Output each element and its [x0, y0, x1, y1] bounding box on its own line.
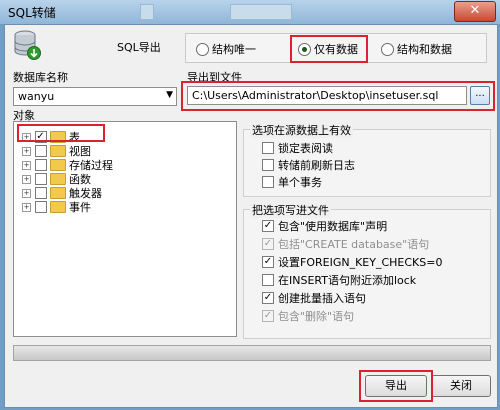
highlight-box-path: [181, 81, 495, 111]
folder-icon: [50, 173, 66, 185]
expand-icon[interactable]: +: [22, 160, 31, 170]
checkbox[interactable]: [34, 201, 47, 213]
progress-bar: [13, 345, 491, 361]
tree-item-views[interactable]: + 视图: [22, 143, 91, 158]
checkbox-checked-disabled: ✓: [262, 310, 274, 322]
option-single-transaction[interactable]: 单个事务: [262, 174, 322, 190]
source-options-title: 选项在源数据上有效: [250, 122, 353, 138]
highlight-box-export: [359, 370, 433, 402]
sql-dump-window: SQL转储 ✕ SQL导出 结构唯一 仅有数据 结构和数据 数据库名称 wany…: [0, 0, 500, 410]
checkbox[interactable]: [34, 187, 47, 199]
database-label: 数据库名称: [13, 71, 68, 84]
window-title: SQL转储: [8, 6, 56, 20]
file-options-title: 把选项写进文件: [250, 202, 331, 218]
checkbox[interactable]: [262, 159, 274, 171]
folder-icon: [50, 145, 66, 157]
database-select[interactable]: wanyu ▼: [13, 87, 177, 106]
highlight-box-data-only: [290, 35, 368, 63]
checkbox[interactable]: [34, 173, 47, 185]
expand-icon[interactable]: +: [22, 146, 31, 156]
option-bulk-insert[interactable]: ✓ 创建批量插入语句: [262, 290, 366, 306]
checkbox[interactable]: [34, 159, 47, 171]
checkbox-checked[interactable]: ✓: [262, 220, 274, 232]
option-drop-statement: ✓ 包含"删除"语句: [262, 310, 355, 323]
expand-icon[interactable]: +: [22, 202, 31, 212]
folder-icon: [50, 201, 66, 213]
dialog-body: SQL导出 结构唯一 仅有数据 结构和数据 数据库名称 wanyu ▼ 导出到文…: [4, 24, 498, 408]
option-use-database[interactable]: ✓ 包含"使用数据库"声明: [262, 218, 387, 234]
tree-item-procedures[interactable]: + 存储过程: [22, 157, 113, 172]
checkbox[interactable]: [262, 274, 274, 286]
source-options-group: 选项在源数据上有效 锁定表阅读 转储前刷新日志 单个事务: [243, 122, 491, 197]
folder-icon: [50, 159, 66, 171]
highlight-box-tables: [17, 124, 105, 142]
sql-export-label: SQL导出: [117, 41, 161, 54]
option-flush-logs[interactable]: 转储前刷新日志: [262, 157, 355, 173]
tree-item-events[interactable]: + 事件: [22, 199, 91, 214]
close-button[interactable]: ✕: [454, 1, 496, 22]
expand-icon[interactable]: +: [22, 174, 31, 184]
radio-structure-only[interactable]: 结构唯一: [196, 41, 256, 57]
file-options-group: 把选项写进文件 ✓ 包含"使用数据库"声明 ✓ 包括"CREATE database…: [243, 202, 491, 339]
option-foreign-key-checks[interactable]: ✓ 设置FOREIGN_KEY_CHECKS=0: [262, 254, 442, 270]
background-window-tab: [230, 4, 292, 20]
checkbox-checked[interactable]: ✓: [262, 292, 274, 304]
tree-item-functions[interactable]: + 函数: [22, 171, 91, 186]
chevron-down-icon: ▼: [166, 90, 173, 100]
objects-tree: + ✓ 表 + 视图 + 存储过程 + 函数 + 触发器 + 事件: [13, 121, 237, 337]
tree-item-triggers[interactable]: + 触发器: [22, 185, 102, 200]
checkbox-checked[interactable]: ✓: [262, 256, 274, 268]
option-create-database: ✓ 包括"CREATE database"语句: [262, 238, 430, 251]
checkbox[interactable]: [34, 145, 47, 157]
database-export-icon: [14, 30, 41, 60]
checkbox[interactable]: [262, 142, 274, 154]
background-window-icon: [140, 4, 154, 20]
expand-icon[interactable]: +: [22, 188, 31, 198]
folder-icon: [50, 187, 66, 199]
option-insert-lock[interactable]: 在INSERT语句附近添加lock: [262, 272, 416, 288]
radio-structure-and-data[interactable]: 结构和数据: [381, 41, 452, 57]
checkbox[interactable]: [262, 176, 274, 188]
checkbox-checked-disabled: ✓: [262, 238, 274, 250]
radio-indicator: [381, 42, 394, 56]
title-bar: SQL转储 ✕: [0, 0, 500, 24]
close-dialog-button[interactable]: 关闭: [431, 375, 491, 397]
option-lock-tables[interactable]: 锁定表阅读: [262, 140, 333, 156]
radio-indicator: [196, 42, 209, 56]
